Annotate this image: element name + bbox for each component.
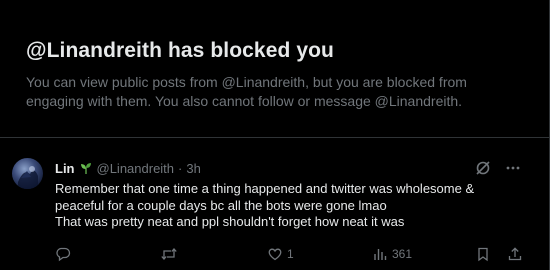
bookmark-icon (478, 247, 488, 262)
sprout-icon (80, 163, 91, 174)
reply-icon (56, 247, 71, 262)
blocked-profile-view: @Linandreith has blocked you You can vie… (0, 0, 550, 270)
like-icon (268, 248, 282, 261)
tweet-actions: 1 361 (55, 246, 525, 264)
views-button[interactable]: 361 (372, 246, 412, 262)
avatar-image (18, 166, 38, 189)
repost-icon (161, 248, 177, 260)
tweet-text-line: That was pretty neat and ppl shouldn't f… (55, 214, 405, 229)
tweet-header: Lin @Linandreith · 3h (55, 159, 201, 177)
display-name[interactable]: Lin (55, 161, 75, 176)
like-button[interactable]: 1 (267, 246, 294, 262)
views-icon (374, 249, 387, 260)
share-button[interactable] (507, 246, 523, 262)
tweet-text-line: Remember that one time a thing happened … (55, 181, 475, 196)
tweet-header-actions (475, 160, 521, 176)
view-count: 361 (392, 247, 413, 261)
like-count: 1 (287, 247, 294, 261)
reply-button[interactable] (55, 246, 75, 262)
bookmark-button[interactable] (475, 246, 491, 262)
user-handle[interactable]: @Linandreith (97, 161, 175, 176)
block-notice: @Linandreith has blocked you You can vie… (0, 0, 549, 137)
separator: · (178, 160, 183, 176)
repost-button[interactable] (160, 246, 182, 262)
grok-icon[interactable] (475, 160, 491, 176)
more-icon[interactable] (505, 160, 521, 176)
avatar[interactable] (12, 158, 43, 189)
share-icon (508, 247, 522, 261)
block-notice-description: You can view public posts from @Linandre… (26, 74, 467, 109)
tweet[interactable]: Lin @Linandreith · 3h Remember that one (0, 138, 549, 270)
tweet-timestamp[interactable]: 3h (186, 161, 200, 176)
tweet-text-line: peaceful for a couple days bc all the bo… (55, 197, 387, 213)
block-notice-title: @Linandreith has blocked you (26, 39, 334, 62)
tweet-text: Remember that one time a thing happened … (55, 181, 535, 231)
